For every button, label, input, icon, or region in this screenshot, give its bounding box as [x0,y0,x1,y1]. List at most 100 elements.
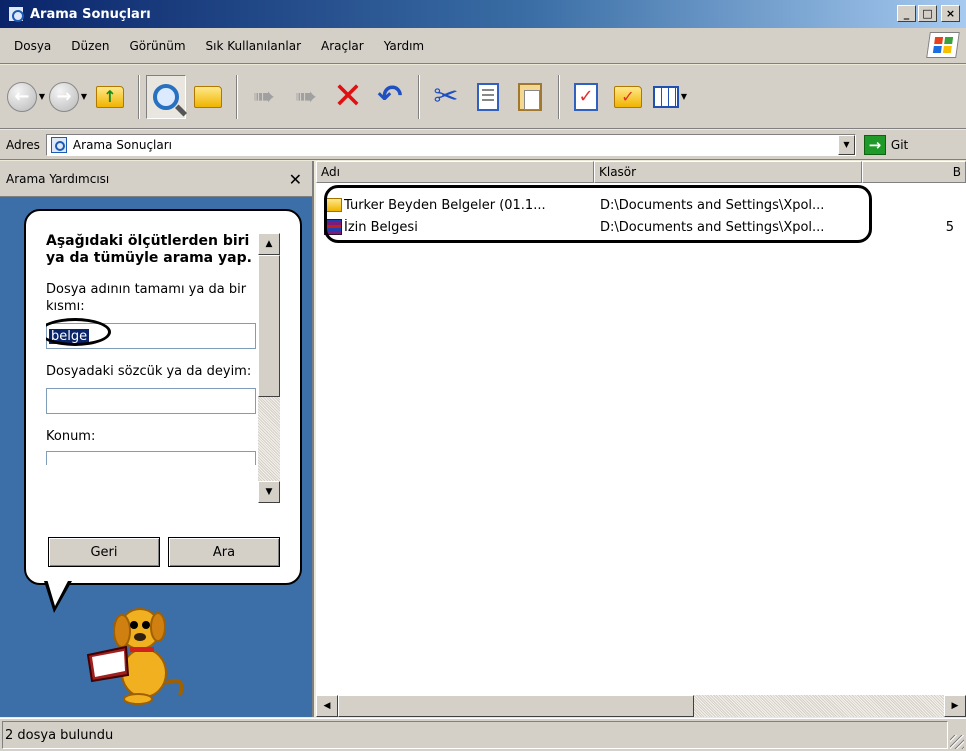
select-button[interactable]: ✓ [608,75,648,119]
up-folder-icon: ↑ [96,85,124,108]
window-controls: _ □ × [897,5,960,22]
table-row[interactable]: İzin Belgesi D:\Documents and Settings\X… [324,217,954,237]
delete-icon: ✕ [332,76,364,117]
scroll-left-button[interactable]: ◀ [316,695,338,717]
folder-icon [324,198,342,212]
toolbar-separator [418,74,420,119]
address-input[interactable]: Arama Sonuçları ▼ [45,133,856,156]
toolbar-separator [236,74,238,119]
column-headers: Adı Klasör B [316,161,966,183]
address-bar: Adres Arama Sonuçları ▼ → Git [0,130,966,160]
location-dropdown[interactable] [46,451,256,465]
filename-label: Dosya adının tamamı ya da bir kısmı: [46,282,247,314]
toolbar-separator [138,74,140,119]
horizontal-scrollbar[interactable]: ◀ ▶ [316,695,966,717]
copy-to-button[interactable]: ➠ [286,75,326,119]
scroll-thumb[interactable] [258,255,280,397]
views-icon [652,85,679,108]
paste-icon [518,82,542,111]
search-companion-pane: Arama Yardımcısı ✕ Aşağıdaki ölçütlerden… [0,161,314,717]
search-companion-header: Arama Yardımcısı ✕ [0,161,312,197]
menu-yardim[interactable]: Yardım [374,39,434,53]
title-bar: Arama Sonuçları _ □ × [0,0,966,28]
file-name: İzin Belgesi [344,219,418,235]
menu-bar: Dosya Düzen Görünüm Sık Kullanılanlar Ar… [0,28,966,64]
menu-dosya[interactable]: Dosya [4,39,61,53]
folders-icon [194,85,222,108]
search-button[interactable] [146,74,186,119]
search-window-icon [8,6,24,22]
undo-icon: ↶ [377,78,403,114]
select-icon: ✓ [614,85,642,108]
file-name: Turker Beyden Belgeler (01.1... [344,197,546,213]
toolbar: ← ▼ → ▼ ↑ ➠ ➠ ✕ ↶ ✂ ✓ ✓ ▼ [0,65,966,129]
scroll-up-button[interactable]: ▲ [258,233,280,255]
forward-button[interactable]: → ▼ [48,75,88,119]
checklist-icon: ✓ [574,82,598,111]
chevron-down-icon: ▼ [680,92,688,101]
close-button[interactable]: × [941,5,960,22]
chevron-down-icon: ▼ [38,92,46,101]
copy-button[interactable] [468,75,508,119]
copy-to-icon: ➠ [295,81,317,112]
paste-button[interactable] [510,75,550,119]
go-arrow-icon: → [863,134,886,155]
rar-archive-icon [324,219,342,235]
copy-icon [477,82,499,111]
form-scrollbar[interactable]: ▲ ▼ [258,233,280,503]
views-button[interactable]: ▼ [650,75,690,119]
go-button[interactable]: → Git [863,134,909,155]
chevron-down-icon: ▼ [80,92,88,101]
address-value: Arama Sonuçları [72,137,172,152]
horizontal-scroll-thumb[interactable] [338,695,694,717]
resize-grip-icon[interactable] [950,735,964,749]
back-icon: ← [6,81,37,112]
menu-sik-kullanilanlar[interactable]: Sık Kullanılanlar [196,39,311,53]
close-icon[interactable]: ✕ [289,170,302,189]
location-label: Konum: [46,429,96,444]
toolbar-separator [558,74,560,119]
address-label: Adres [6,137,40,152]
word-input[interactable] [46,388,256,414]
undo-button[interactable]: ↶ [370,75,410,119]
word-label: Dosyadaki sözcük ya da deyim: [46,364,252,379]
table-row[interactable]: Turker Beyden Belgeler (01.1... D:\Docum… [324,195,954,215]
back-form-button[interactable]: Geri [48,537,160,567]
cut-icon: ✂ [433,78,459,114]
folders-button[interactable] [188,75,228,119]
delete-button[interactable]: ✕ [328,75,368,119]
status-text: 2 dosya bulundu [2,721,948,749]
column-header-folder[interactable]: Klasör [594,161,862,183]
maximize-button[interactable]: □ [918,5,937,22]
scroll-down-button[interactable]: ▼ [258,481,280,503]
file-size: 5 [945,219,954,235]
search-results-icon [50,136,67,153]
windows-logo-icon [926,32,960,58]
search-dog-icon [86,608,184,705]
address-dropdown-button[interactable]: ▼ [837,134,855,155]
file-folder: D:\Documents and Settings\Xpol... [600,219,825,235]
window-title: Arama Sonuçları [30,6,151,22]
cut-button[interactable]: ✂ [426,75,466,119]
scroll-right-button[interactable]: ▶ [944,695,966,717]
back-button[interactable]: ← ▼ [6,75,46,119]
menu-araclar[interactable]: Araçlar [311,39,374,53]
move-to-button[interactable]: ➠ [244,75,284,119]
minimize-button[interactable]: _ [897,5,916,22]
search-form-button[interactable]: Ara [168,537,280,567]
form-heading: Aşağıdaki ölçütlerden biri ya da tümüyle… [46,233,252,266]
search-form: Aşağıdaki ölçütlerden biri ya da tümüyle… [46,233,260,503]
checklist-button[interactable]: ✓ [566,75,606,119]
file-folder: D:\Documents and Settings\Xpol... [600,197,825,213]
go-label: Git [890,137,909,152]
menu-gorunum[interactable]: Görünüm [119,39,195,53]
column-header-size[interactable]: B [862,161,966,183]
speech-bubble-tail-fill [47,579,69,606]
up-button[interactable]: ↑ [90,75,130,119]
column-header-name[interactable]: Adı [316,161,594,183]
menu-duzen[interactable]: Düzen [61,39,119,53]
filename-value: belge [49,328,90,344]
search-companion-title: Arama Yardımcısı [6,171,110,186]
search-icon [153,83,179,110]
filename-input[interactable]: belge [46,318,256,349]
